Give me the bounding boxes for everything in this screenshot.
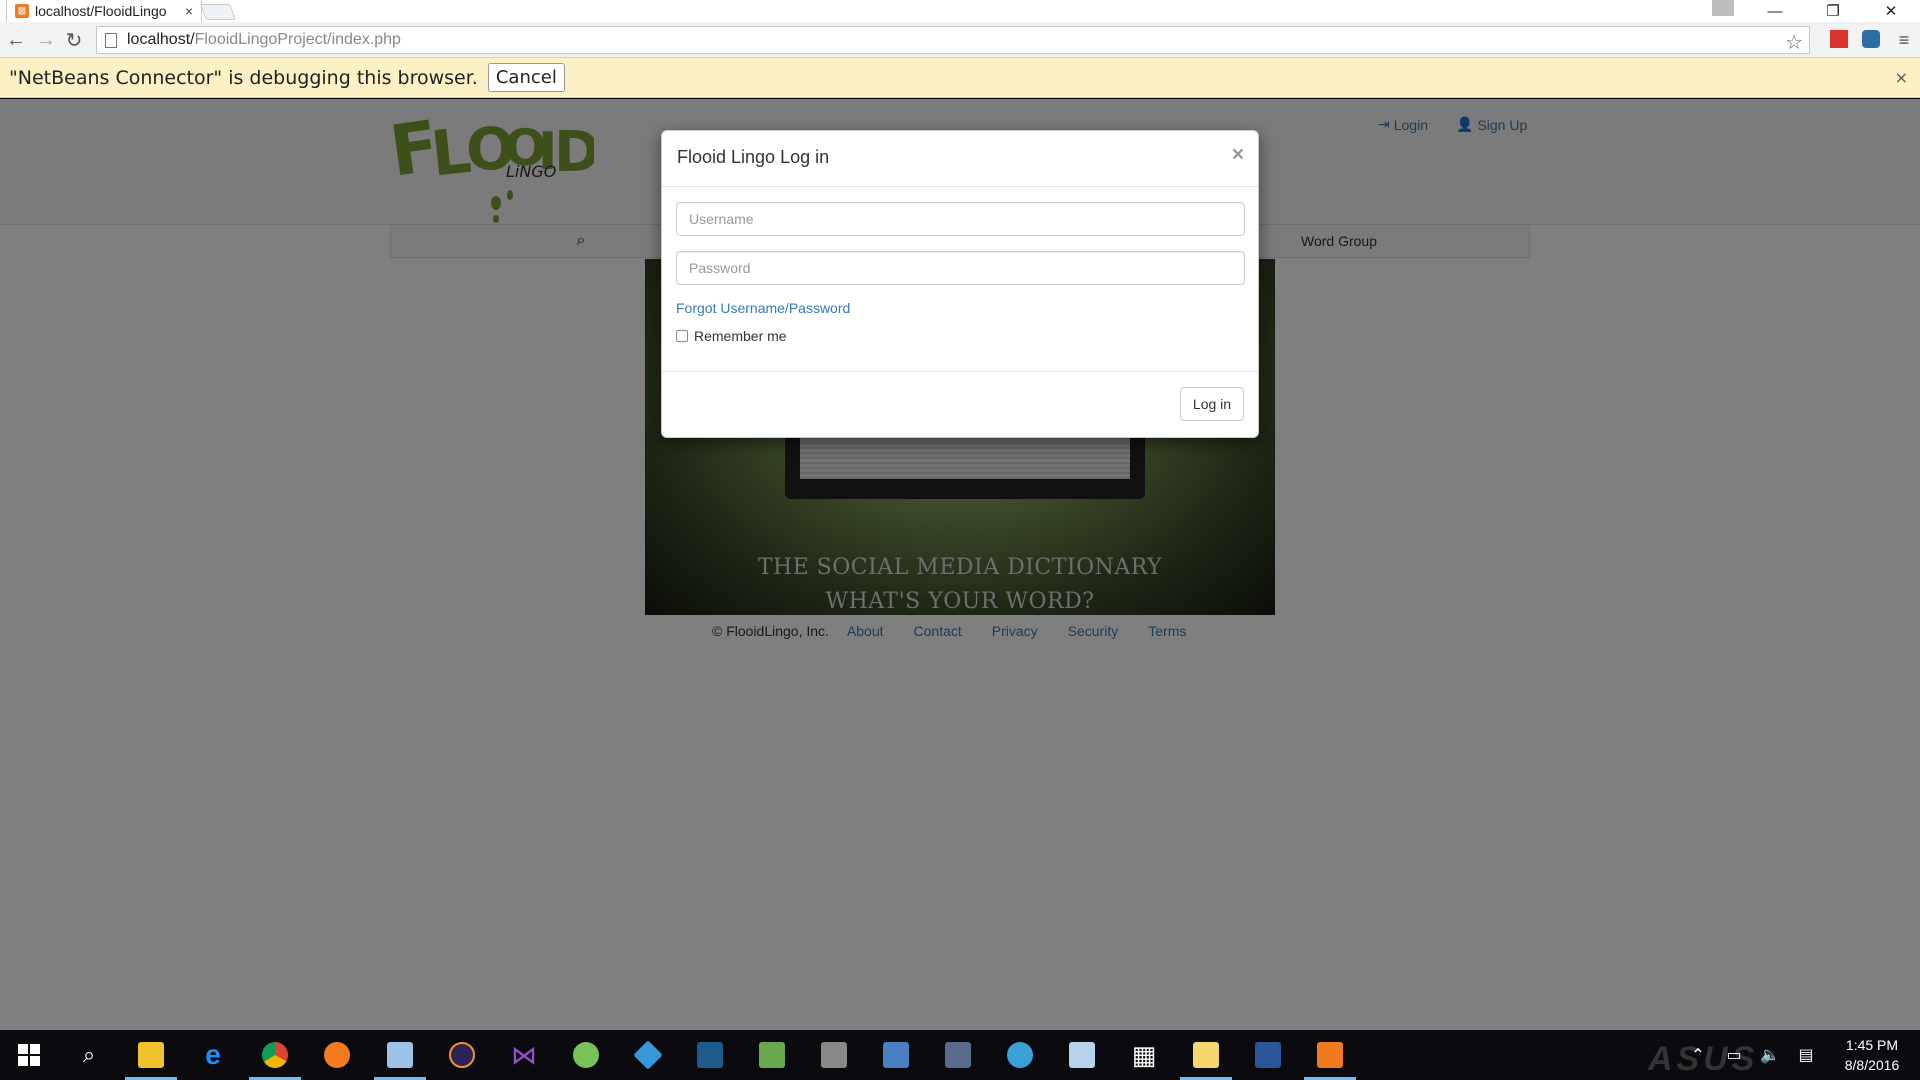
battery-icon[interactable]: ▭ — [1716, 1045, 1752, 1065]
password-input[interactable]: Password — [676, 251, 1245, 285]
mysql-workbench-icon[interactable] — [693, 1038, 727, 1072]
chrome-menu-icon[interactable]: ≡ — [1892, 28, 1916, 52]
clock-date: 8/8/2016 — [1844, 1057, 1900, 1073]
action-center-icon[interactable]: ▤ — [1788, 1045, 1824, 1065]
chrome-icon[interactable] — [249, 1038, 301, 1080]
remember-me-checkbox[interactable] — [676, 330, 688, 342]
network-tool-icon[interactable] — [817, 1038, 851, 1072]
visual-studio-icon[interactable]: ⋈ — [507, 1038, 541, 1072]
sticky-folder-icon[interactable] — [1180, 1038, 1232, 1080]
tab-close-icon[interactable]: × — [185, 3, 193, 19]
edge-icon[interactable]: e — [196, 1038, 230, 1072]
close-window-button[interactable]: ✕ — [1862, 0, 1920, 22]
xampp-favicon-icon: ⊠ — [15, 4, 29, 18]
volume-icon[interactable]: 🔈 — [1752, 1045, 1788, 1065]
start-windows-icon[interactable] — [12, 1038, 46, 1072]
infobar-message: "NetBeans Connector" is debugging this b… — [9, 66, 478, 89]
debug-infobar: "NetBeans Connector" is debugging this b… — [0, 58, 1920, 98]
address-bar[interactable]: localhost/FlooidLingoProject/index.php ☆ — [96, 26, 1810, 54]
window-controls: — ❐ ✕ — [1746, 0, 1920, 22]
taskbar-clock[interactable]: 1:45 PM 8/8/2016 — [1824, 1035, 1920, 1075]
login-modal: Flooid Lingo Log in × Username Password … — [661, 130, 1259, 438]
image-editor-icon[interactable] — [755, 1038, 789, 1072]
reload-button[interactable]: ↻ — [62, 28, 86, 52]
login-submit-button[interactable]: Log in — [1180, 387, 1244, 421]
browser-tabstrip: ⊠ localhost/FlooidLingo × — ❐ ✕ — [0, 0, 1920, 22]
tray-chevron-icon[interactable]: ⌃ — [1680, 1045, 1716, 1065]
username-input[interactable]: Username — [676, 202, 1245, 236]
netbeans-connector-icon[interactable] — [1862, 30, 1880, 48]
modal-body: Username Password Forgot Username/Passwo… — [662, 187, 1258, 359]
url-path: FlooidLingoProject/index.php — [194, 31, 401, 48]
url-host: localhost/ — [127, 31, 195, 48]
restore-button[interactable]: ❐ — [1804, 0, 1862, 22]
profile-icon[interactable] — [1712, 0, 1734, 16]
windows-taskbar: ⌕ e ⋈ ▦ ASUS ⌃ ▭ 🔈 ▤ 1:45 PM 8/8/2016 — [0, 1030, 1920, 1080]
calculator-icon[interactable]: ▦ — [1127, 1038, 1161, 1072]
infobar-cancel-button[interactable]: Cancel — [487, 63, 565, 92]
modal-title: Flooid Lingo Log in — [677, 147, 830, 167]
bookmark-star-icon[interactable]: ☆ — [1785, 30, 1803, 55]
page-icon — [105, 32, 117, 48]
forward-button[interactable]: → — [34, 28, 58, 52]
forgot-password-link[interactable]: Forgot Username/Password — [676, 300, 1244, 316]
remote-connection-icon[interactable] — [879, 1038, 913, 1072]
system-tray: ⌃ ▭ 🔈 ▤ 1:45 PM 8/8/2016 — [1680, 1030, 1920, 1080]
remember-me[interactable]: Remember me — [676, 328, 1244, 344]
minimize-button[interactable]: — — [1746, 0, 1804, 22]
firefox-icon[interactable] — [320, 1038, 354, 1072]
browser-toolbar: ← → ↻ localhost/FlooidLingoProject/index… — [0, 22, 1920, 58]
xampp-icon[interactable] — [1304, 1038, 1356, 1080]
system-tool-icon[interactable] — [941, 1038, 975, 1072]
xamarin-icon[interactable] — [631, 1038, 665, 1072]
browser-tab[interactable]: ⊠ localhost/FlooidLingo × — [6, 0, 202, 22]
word-icon[interactable] — [1251, 1038, 1285, 1072]
infobar-close-icon[interactable]: × — [1895, 68, 1908, 87]
virtualbox-icon[interactable] — [374, 1038, 426, 1080]
back-button[interactable]: ← — [4, 28, 28, 52]
calculator-app-icon[interactable] — [1065, 1038, 1099, 1072]
remember-me-label: Remember me — [694, 328, 787, 344]
android-studio-icon[interactable] — [569, 1038, 603, 1072]
clock-time: 1:45 PM — [1845, 1037, 1899, 1053]
modal-header: Flooid Lingo Log in × — [662, 131, 1258, 187]
modal-footer: Log in — [662, 371, 1258, 437]
page-viewport: F L O O I D LiNGO ⇥ Login 👤 Sign Up — [0, 99, 1920, 1030]
extension-red-icon[interactable] — [1830, 30, 1848, 48]
eclipse-icon[interactable] — [445, 1038, 479, 1072]
shutter-app-icon[interactable] — [1003, 1038, 1037, 1072]
modal-close-icon[interactable]: × — [1232, 143, 1244, 167]
search-taskbar-icon[interactable]: ⌕ — [72, 1038, 106, 1072]
new-tab-button[interactable] — [200, 4, 236, 20]
tab-title: localhost/FlooidLingo — [35, 3, 167, 19]
file-explorer-icon[interactable] — [125, 1038, 177, 1080]
